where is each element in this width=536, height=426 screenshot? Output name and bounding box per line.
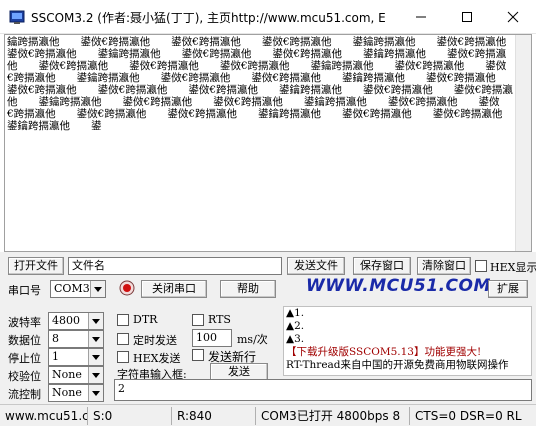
status-signals: CTS=0 DSR=0 RL (415, 409, 522, 423)
info-line-1: ▲1. (286, 307, 305, 319)
interval-input[interactable]: 100 (192, 329, 232, 347)
minimize-button[interactable] (398, 0, 444, 34)
parity-select[interactable]: None (48, 366, 104, 384)
timed-send-label: 定时发送 (133, 334, 177, 347)
control-panel: 打开文件 文件名 发送文件 保存窗口 清除窗口 HEX显示 串口号 COM3 关… (0, 252, 536, 404)
open-file-button[interactable]: 打开文件 (8, 257, 64, 275)
help-button[interactable]: 帮助 (220, 280, 276, 298)
chevron-down-icon (88, 349, 103, 365)
chevron-down-icon (88, 367, 103, 383)
baud-value: 4800 (52, 314, 80, 327)
dtr-label: DTR (133, 313, 158, 326)
chevron-down-icon (90, 281, 105, 297)
rts-checkbox[interactable] (192, 314, 204, 326)
receive-scrollbar[interactable] (515, 35, 531, 251)
info-line-2: ▲2. (286, 320, 305, 332)
databits-value: 8 (52, 332, 59, 345)
databits-label: 数据位 (8, 334, 41, 347)
port-select[interactable]: COM3 (50, 280, 106, 298)
filename-input[interactable]: 文件名 (68, 257, 282, 275)
hex-send-checkbox[interactable] (117, 351, 129, 363)
dtr-checkbox[interactable] (117, 314, 129, 326)
databits-select[interactable]: 8 (48, 330, 104, 348)
rtthread-link[interactable]: RT-Thread来自中国的开源免费商用物联网操作 (286, 359, 531, 372)
interval-unit-label: ms/次 (237, 333, 268, 346)
parity-value: None (52, 368, 82, 381)
window-title: SSCOM3.2 (作者:聂小猛(丁丁), 主页http://www.mcu51… (31, 11, 386, 25)
send-newline-checkbox[interactable] (192, 349, 204, 361)
title-bar: SSCOM3.2 (作者:聂小猛(丁丁), 主页http://www.mcu51… (0, 0, 536, 34)
chevron-down-icon (88, 313, 103, 329)
rts-label: RTS (208, 313, 231, 326)
expand-button[interactable]: 扩展 (488, 280, 528, 298)
status-received: R:840 (174, 407, 256, 425)
close-port-button[interactable]: 关闭串口 (141, 280, 207, 298)
clear-window-button[interactable]: 清除窗口 (417, 257, 471, 275)
upgrade-link[interactable]: 【下载升级版SSCOM5.13】功能更强大! (286, 346, 531, 359)
save-window-button[interactable]: 保存窗口 (353, 257, 411, 275)
hex-display-checkbox[interactable] (475, 260, 487, 272)
status-port-state: COM3已打开 4800bps 8 (258, 407, 410, 425)
baud-select[interactable]: 4800 (48, 312, 104, 330)
stopbits-value: 1 (52, 350, 59, 363)
timed-send-checkbox[interactable] (117, 333, 129, 345)
info-line-3: ▲3. (286, 333, 305, 345)
flow-label: 流控制 (8, 388, 41, 401)
status-sent: S:0 (90, 407, 172, 425)
app-icon (9, 9, 25, 25)
port-value: COM3 (54, 282, 90, 295)
chevron-down-icon (88, 385, 103, 401)
maximize-button[interactable] (444, 0, 490, 34)
stopbits-select[interactable]: 1 (48, 348, 104, 366)
chevron-down-icon (88, 331, 103, 347)
receive-text: 鑰跨搹瀛他 鍙傚€跨搹瀛他 鍙傚€跨搹瀛他 鍙傚€跨搹瀛他 鍙鑰跨搹瀛他 鍙傚€… (7, 36, 527, 132)
send-file-button[interactable]: 发送文件 (287, 257, 345, 275)
info-panel: ▲1. ▲2. ▲3. 【下载升级版SSCOM5.13】功能更强大! RT-Th… (283, 306, 532, 376)
close-button[interactable] (490, 0, 536, 34)
status-bar: www.mcu51.com S:0 R:840 COM3已打开 4800bps … (0, 404, 536, 426)
baud-label: 波特率 (8, 316, 41, 329)
flow-select[interactable]: None (48, 384, 104, 402)
flow-value: None (52, 386, 82, 399)
hex-display-label: HEX显示 (490, 261, 536, 274)
mcu51-logo: WWW.MCU51.COM (306, 276, 491, 296)
port-label: 串口号 (8, 284, 41, 297)
status-url[interactable]: www.mcu51.com (2, 407, 88, 425)
port-status-indicator-icon (119, 280, 135, 299)
hex-send-label: HEX发送 (133, 352, 181, 365)
parity-label: 校验位 (8, 370, 41, 383)
send-input[interactable]: 2 (114, 379, 532, 401)
receive-area[interactable]: 鑰跨搹瀛他 鍙傚€跨搹瀛他 鍙傚€跨搹瀛他 鍙傚€跨搹瀛他 鍙鑰跨搹瀛他 鍙傚€… (4, 34, 532, 252)
stopbits-label: 停止位 (8, 352, 41, 365)
